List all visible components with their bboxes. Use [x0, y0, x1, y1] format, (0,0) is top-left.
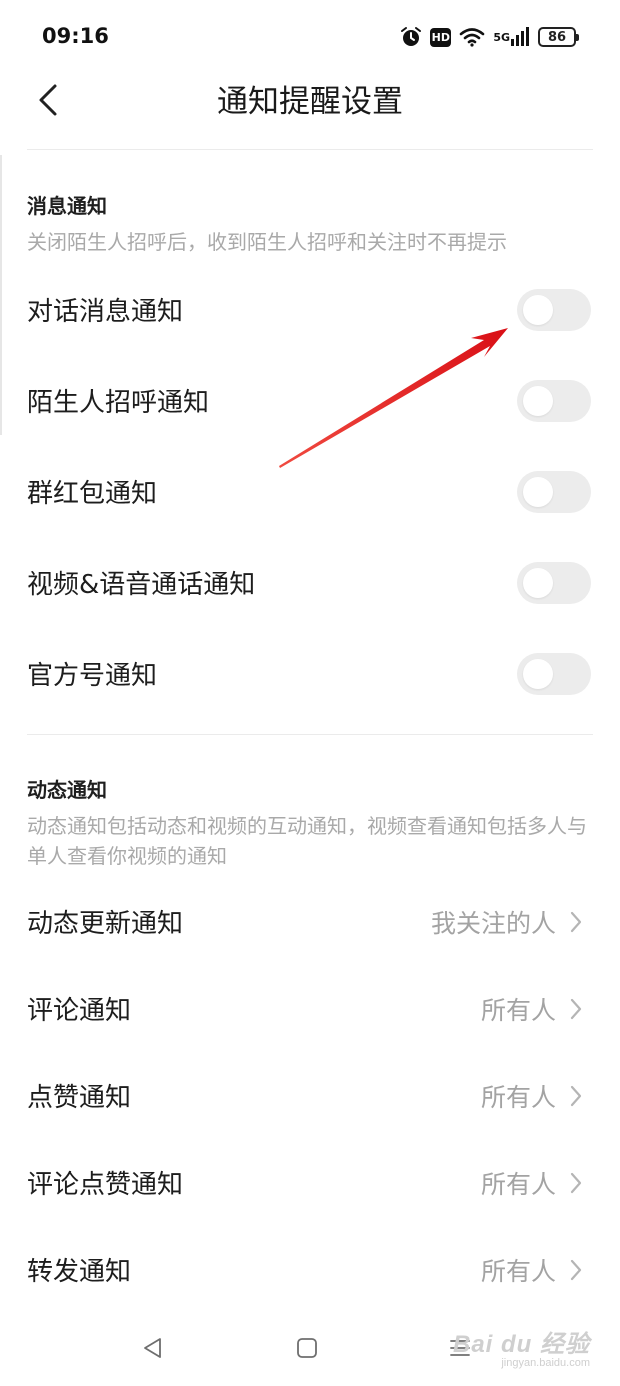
row-stranger-greeting-notification[interactable]: 陌生人招呼通知 [0, 355, 620, 446]
chevron-right-icon [570, 1085, 582, 1106]
stranger-greeting-toggle[interactable] [517, 379, 591, 422]
nav-back-button[interactable] [133, 1328, 173, 1368]
row-value: 我关注的人 [430, 908, 556, 938]
row-label: 点赞通知 [27, 1083, 132, 1113]
watermark: Bai du 经验 jingyan.baidu.com [453, 1324, 590, 1369]
row-label: 评论通知 [27, 996, 132, 1026]
alarm-icon [400, 26, 422, 48]
chevron-right-icon [570, 1172, 582, 1193]
toggle-knob [523, 476, 553, 507]
dialog-message-toggle[interactable] [517, 288, 591, 331]
row-label: 群红包通知 [27, 479, 158, 509]
row-dialog-message-notification[interactable]: 对话消息通知 [0, 264, 620, 355]
nav-home-button[interactable] [287, 1328, 327, 1368]
row-value: 所有人 [480, 995, 556, 1025]
row-label: 评论点赞通知 [27, 1170, 184, 1200]
back-triangle-icon [144, 1338, 161, 1358]
video-voice-call-toggle[interactable] [517, 561, 591, 604]
home-square-icon [297, 1338, 317, 1358]
row-label: 转发通知 [27, 1257, 132, 1287]
row-label: 官方号通知 [27, 661, 158, 691]
message-section-header: 消息通知 关闭陌生人招呼后，收到陌生人招呼和关注时不再提示 [27, 190, 593, 257]
hd-icon: HD [430, 27, 452, 47]
status-icons: HD 5G 86 [400, 24, 579, 50]
header-divider [27, 149, 593, 150]
dynamic-section-title: 动态通知 [27, 778, 107, 802]
group-red-packet-toggle[interactable] [517, 470, 591, 513]
chevron-right-icon [570, 1259, 582, 1280]
row-group-red-packet-notification[interactable]: 群红包通知 [0, 446, 620, 537]
5g-signal-icon: 5G [493, 27, 530, 47]
section-divider [27, 734, 593, 735]
status-time: 09:16 [42, 24, 109, 48]
row-value: 所有人 [480, 1169, 556, 1199]
row-label: 动态更新通知 [27, 909, 184, 939]
toggle-knob [523, 567, 553, 598]
dynamic-section-description: 动态通知包括动态和视频的互动通知，视频查看通知包括多人与单人查看你视频的通知 [27, 814, 587, 868]
status-bar: 09:16 HD 5G 86 [0, 0, 620, 70]
network-label: 5G [493, 30, 510, 44]
wifi-icon [459, 27, 485, 47]
message-section-description: 关闭陌生人招呼后，收到陌生人招呼和关注时不再提示 [27, 230, 507, 254]
row-like-notification[interactable]: 点赞通知 所有人 [0, 1050, 620, 1141]
row-comment-notification[interactable]: 评论通知 所有人 [0, 963, 620, 1054]
official-account-toggle[interactable] [517, 652, 591, 695]
row-label: 陌生人招呼通知 [27, 388, 210, 418]
header: 通知提醒设置 [0, 70, 620, 150]
toggle-knob [523, 385, 553, 416]
row-label: 对话消息通知 [27, 297, 184, 327]
row-value: 所有人 [480, 1256, 556, 1286]
toggle-knob [523, 294, 553, 325]
battery-icon: 86 [538, 27, 579, 47]
row-forward-notification[interactable]: 转发通知 所有人 [0, 1224, 620, 1315]
chevron-right-icon [570, 911, 582, 932]
row-video-voice-call-notification[interactable]: 视频&语音通话通知 [0, 537, 620, 628]
row-label: 视频&语音通话通知 [27, 570, 256, 600]
chevron-right-icon [570, 998, 582, 1019]
row-comment-like-notification[interactable]: 评论点赞通知 所有人 [0, 1137, 620, 1228]
row-official-account-notification[interactable]: 官方号通知 [0, 628, 620, 719]
message-section-title: 消息通知 [27, 194, 107, 218]
row-dynamic-update-notification[interactable]: 动态更新通知 我关注的人 [0, 876, 620, 967]
row-value: 所有人 [480, 1082, 556, 1112]
dynamic-section-header: 动态通知 动态通知包括动态和视频的互动通知，视频查看通知包括多人与单人查看你视频… [27, 774, 593, 871]
page-title: 通知提醒设置 [217, 84, 403, 120]
watermark-logo: Bai du 经验 [452, 1331, 590, 1358]
toggle-knob [523, 658, 553, 689]
